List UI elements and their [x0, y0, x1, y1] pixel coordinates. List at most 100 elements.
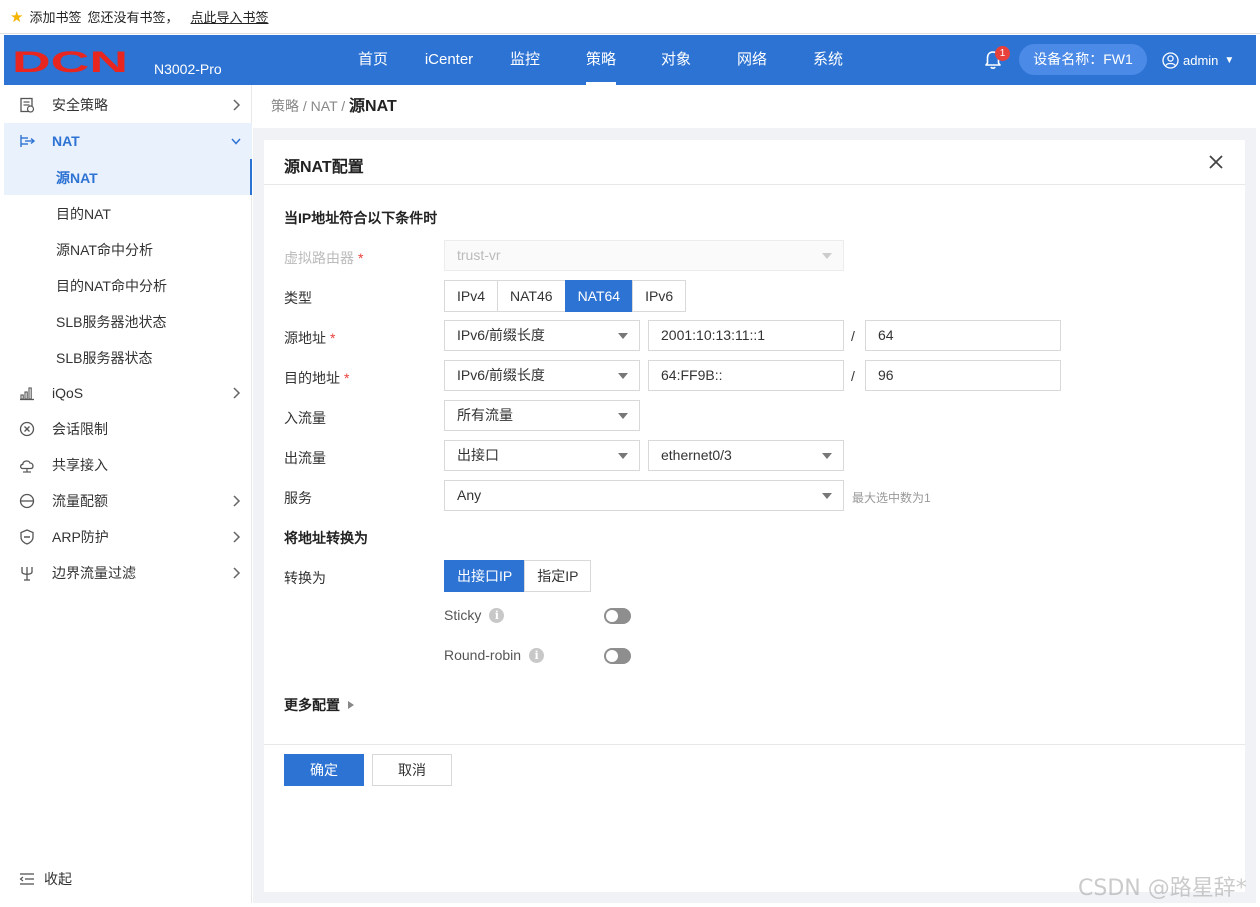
sidebar-item-iqos[interactable]: iQoS — [4, 375, 252, 411]
bookmark-bar: ★ 添加书签 您还没有书签， 点此导入书签 — [0, 0, 1260, 34]
sidebar-item-label: NAT — [52, 133, 80, 149]
type-option-nat64[interactable]: NAT64 — [564, 280, 634, 312]
shared-access-icon — [20, 460, 34, 473]
translate-option-egress-ip[interactable]: 出接口IP — [444, 560, 526, 592]
sidebar-item-shared-access[interactable]: 共享接入 — [4, 447, 252, 483]
source-address-mode-select[interactable]: IPv6/前缀长度 — [444, 320, 640, 351]
nav-system[interactable]: 系统 — [813, 35, 843, 85]
nav-network[interactable]: 网络 — [737, 35, 767, 85]
sidebar: 安全策略 NAT 源NAT 目的NAT 源NAT命中分析 目的NAT命中分析 S… — [4, 85, 252, 903]
more-config-label: 更多配置 — [284, 697, 340, 713]
breadcrumb-path[interactable]: 策略 / NAT / — [271, 98, 349, 114]
dest-address-input[interactable]: 64:FF9B:: — [648, 360, 844, 391]
sidebar-item-border-filter[interactable]: 边界流量过滤 — [4, 555, 252, 591]
chevron-down-icon — [231, 138, 241, 145]
sidebar-item-label: 流量配额 — [52, 493, 108, 509]
star-icon[interactable]: ★ — [10, 8, 23, 26]
virtual-router-select: trust-vr — [444, 240, 844, 271]
service-label: 服务 — [284, 490, 312, 506]
sidebar-item-security-policy[interactable]: 安全策略 — [4, 87, 252, 123]
collapse-label: 收起 — [44, 871, 72, 887]
user-menu[interactable]: admin ▼ — [1162, 49, 1234, 71]
dest-prefix-input[interactable]: 96 — [865, 360, 1061, 391]
panel-title: 源NAT配置 — [284, 159, 364, 176]
ingress-select[interactable]: 所有流量 — [444, 400, 640, 431]
more-config-toggle[interactable]: 更多配置 — [284, 695, 354, 715]
sticky-label: Sticky i — [444, 607, 505, 623]
chevron-right-icon — [233, 567, 241, 579]
sidebar-item-label: ARP防护 — [52, 529, 109, 545]
session-limit-icon — [19, 421, 35, 437]
subitem-label: 源NAT命中分析 — [56, 242, 153, 258]
translate-section-title: 将地址转换为 — [284, 530, 368, 546]
sidebar-subitem-slb-server-status[interactable]: SLB服务器状态 — [4, 339, 252, 375]
dest-address-mode-select[interactable]: IPv6/前缀长度 — [444, 360, 640, 391]
info-icon[interactable]: i — [529, 647, 545, 663]
sidebar-item-label: 共享接入 — [52, 457, 108, 473]
source-prefix-input[interactable]: 64 — [865, 320, 1061, 351]
sticky-toggle[interactable] — [604, 608, 631, 624]
chevron-right-icon — [233, 495, 241, 507]
sidebar-subitem-source-nat[interactable]: 源NAT — [4, 159, 252, 195]
translate-segmented-control: 出接口IP 指定IP — [444, 560, 592, 592]
sidebar-item-arp-protection[interactable]: ARP防护 — [4, 519, 252, 555]
notification-badge: 1 — [995, 46, 1010, 61]
import-bookmarks-link[interactable]: 点此导入书签 — [190, 7, 268, 26]
nav-policy[interactable]: 策略 — [585, 35, 617, 85]
collapse-icon — [19, 873, 34, 885]
translate-option-specified-ip[interactable]: 指定IP — [524, 560, 592, 592]
nav-object[interactable]: 对象 — [661, 35, 691, 85]
collapse-sidebar-button[interactable]: 收起 — [18, 869, 72, 889]
add-bookmark-label[interactable]: 添加书签 — [29, 7, 81, 26]
nav-monitor[interactable]: 监控 — [510, 35, 540, 85]
nat-icon — [20, 135, 36, 147]
sidebar-item-nat[interactable]: NAT — [4, 123, 252, 159]
subitem-label: 目的NAT命中分析 — [56, 278, 167, 294]
traffic-quota-icon — [19, 493, 35, 509]
translate-to-label: 转换为 — [284, 570, 326, 586]
prefix-separator: / — [851, 368, 855, 384]
sidebar-subitem-slb-pool-status[interactable]: SLB服务器池状态 — [4, 303, 252, 339]
service-select[interactable]: Any — [444, 480, 844, 511]
subitem-label: 目的NAT — [56, 206, 111, 222]
subitem-label: 源NAT — [56, 170, 98, 186]
border-filter-icon — [21, 567, 33, 581]
sidebar-subitem-dest-nat[interactable]: 目的NAT — [4, 195, 252, 231]
info-icon[interactable]: i — [489, 607, 505, 623]
egress-interface-select[interactable]: ethernet0/3 — [648, 440, 844, 471]
nav-home[interactable]: 首页 — [358, 35, 388, 85]
security-policy-icon — [20, 97, 35, 113]
username: admin — [1183, 52, 1219, 68]
type-option-ipv4[interactable]: IPv4 — [444, 280, 499, 312]
sidebar-subitem-snat-hit-analysis[interactable]: 源NAT命中分析 — [4, 231, 252, 267]
sidebar-item-label: iQoS — [52, 385, 84, 401]
condition-section-title: 当IP地址符合以下条件时 — [284, 210, 438, 226]
sidebar-item-label: 安全策略 — [52, 97, 108, 113]
type-option-nat46[interactable]: NAT46 — [497, 280, 566, 312]
device-name-pill[interactable]: 设备名称：FW1 — [1019, 44, 1147, 75]
chevron-right-icon — [233, 99, 241, 111]
round-robin-toggle[interactable] — [604, 648, 631, 664]
egress-select[interactable]: 出接口 — [444, 440, 640, 471]
nav-icenter[interactable]: iCenter — [425, 35, 473, 85]
sidebar-item-label: 边界流量过滤 — [52, 565, 136, 581]
csdn-watermark: CSDN @路星辞* — [1078, 876, 1247, 901]
main-content: 策略 / NAT / 源NAT 源NAT配置 当IP地址符合以下条件时 虚拟路由… — [253, 85, 1256, 903]
arp-shield-icon — [20, 529, 34, 545]
close-icon[interactable] — [1207, 153, 1225, 171]
top-navbar: DCN N3002-Pro 首页 iCenter 监控 策略 对象 网络 系统 … — [4, 35, 1256, 85]
ok-button[interactable]: 确定 — [284, 754, 364, 786]
round-robin-label: Round-robin i — [444, 647, 545, 663]
cancel-button[interactable]: 取消 — [372, 754, 452, 786]
no-bookmarks-text: 您还没有书签， — [87, 10, 179, 25]
sidebar-item-session-limit[interactable]: 会话限制 — [4, 411, 252, 447]
sidebar-item-label: 会话限制 — [52, 421, 108, 437]
type-option-ipv6[interactable]: IPv6 — [632, 280, 687, 312]
prefix-separator: / — [851, 328, 855, 344]
sidebar-item-traffic-quota[interactable]: 流量配额 — [4, 483, 252, 519]
source-address-input[interactable]: 2001:10:13:11::1 — [648, 320, 844, 351]
type-segmented-control: IPv4 NAT46 NAT64 IPv6 — [444, 280, 687, 312]
dest-address-label: 目的地址 * — [284, 370, 350, 386]
sidebar-subitem-dnat-hit-analysis[interactable]: 目的NAT命中分析 — [4, 267, 252, 303]
subitem-label: SLB服务器池状态 — [56, 314, 167, 330]
